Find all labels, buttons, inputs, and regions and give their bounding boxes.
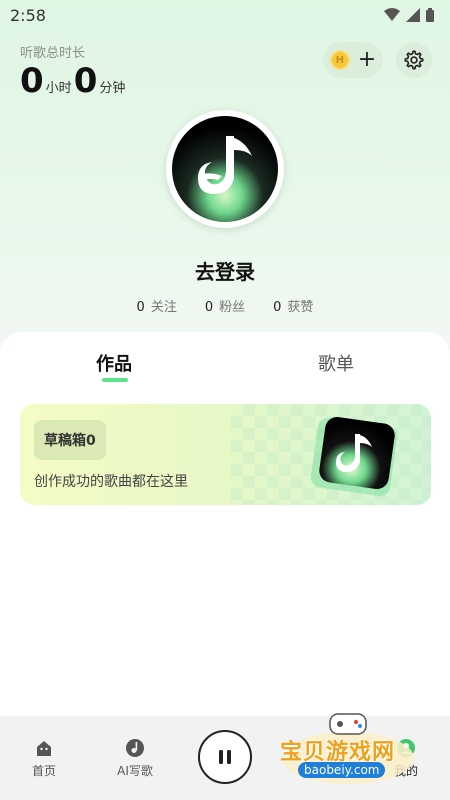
app-logo [172, 116, 278, 222]
nav-home-label: 首页 [31, 764, 56, 778]
nav-ai-label: AI写歌 [117, 764, 153, 778]
pause-icon [219, 750, 231, 764]
coin-add-button[interactable]: H + [323, 42, 383, 78]
listen-time-value: 0 小时 0 分钟 [20, 64, 127, 98]
drafts-description: 创作成功的歌曲都在这里 [34, 474, 188, 490]
tab-active-indicator [102, 378, 128, 382]
nav-home[interactable]: 首页 [14, 738, 74, 779]
login-link[interactable]: 去登录 [0, 256, 450, 285]
hours-value: 0 [20, 61, 44, 101]
nav-ai-write[interactable]: AI写歌 [105, 738, 165, 779]
coin-icon: H [329, 50, 350, 70]
profile-stats: 0 关注 0 粉丝 0 获赞 [0, 296, 450, 315]
battery-icon [426, 8, 434, 22]
hours-unit: 小时 [45, 81, 72, 96]
content-sheet [0, 332, 450, 716]
music-note-icon [126, 739, 144, 757]
status-icons [384, 8, 434, 22]
minutes-value: 0 [73, 61, 98, 101]
drafts-card[interactable]: 草稿箱0 创作成功的歌曲都在这里 [20, 404, 431, 505]
stat-following[interactable]: 0 关注 [137, 296, 177, 315]
play-pause-button[interactable] [198, 730, 252, 784]
tab-playlist[interactable]: 歌单 [318, 350, 354, 376]
home-icon [37, 741, 51, 756]
signal-icon [406, 8, 420, 22]
settings-button[interactable] [396, 42, 432, 78]
minutes-unit: 分钟 [99, 81, 126, 96]
tab-works[interactable]: 作品 [96, 350, 132, 376]
stat-fans[interactable]: 0 粉丝 [205, 296, 245, 315]
status-time: 2:58 [10, 6, 46, 25]
drafts-badge: 草稿箱0 [34, 420, 106, 460]
plus-icon: + [357, 47, 377, 72]
avatar[interactable] [166, 110, 284, 228]
watermark-url: baobeiy.com [298, 762, 386, 778]
listen-time-label: 听歌总时长 [20, 46, 86, 61]
status-bar: 2:58 [0, 0, 450, 32]
gear-icon [404, 50, 424, 70]
music-disc-icon [310, 417, 398, 496]
stat-likes[interactable]: 0 获赞 [273, 296, 313, 315]
wifi-icon [384, 8, 400, 21]
